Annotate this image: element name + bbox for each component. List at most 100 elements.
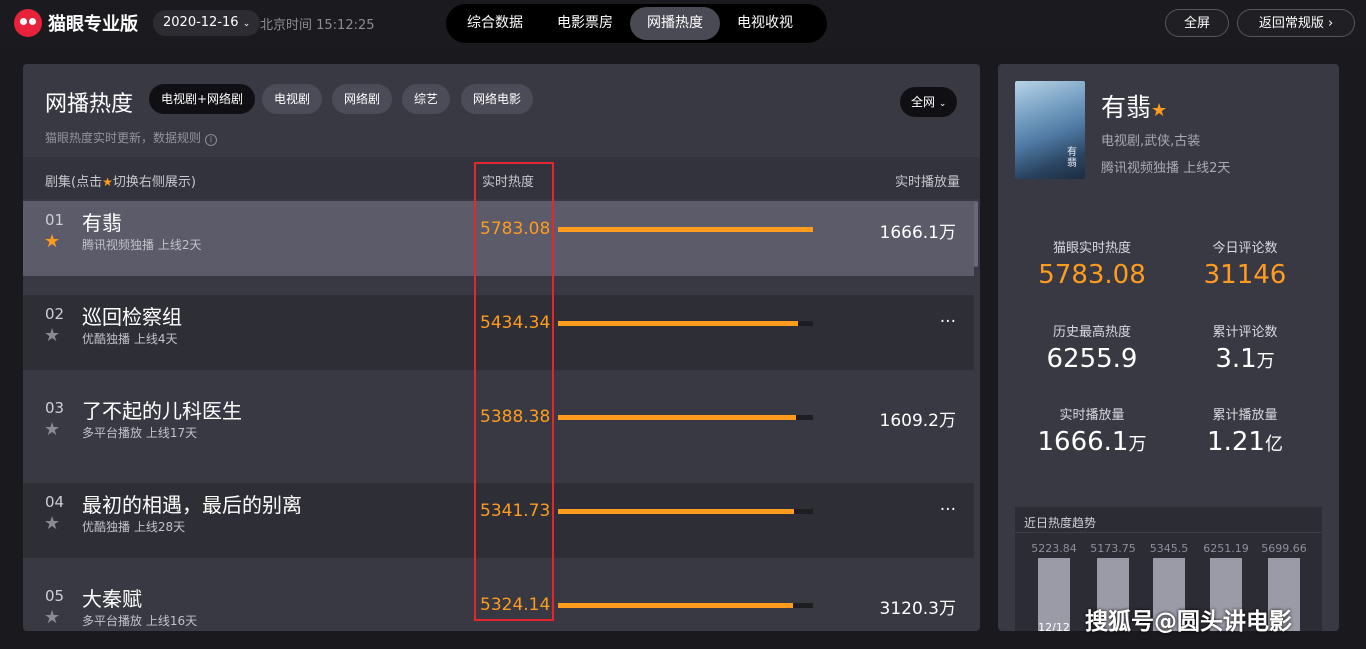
scope-selector[interactable]: 全网 ⌄: [900, 87, 958, 117]
app-logo[interactable]: 猫眼专业版: [14, 9, 138, 37]
row-meta: 多平台播放 上线17天: [82, 426, 198, 440]
stat-label: 猫眼实时热度: [1052, 241, 1131, 256]
row-play-count: 1609.2万: [879, 411, 956, 431]
row-drama-name: 有翡: [82, 211, 122, 235]
detail-panel: 有翡 有翡★ 电视剧,武侠,古装 腾讯视频独播 上线2天 猫眼实时热度 5783.…: [998, 64, 1339, 631]
star-icon[interactable]: ★: [44, 607, 60, 628]
poster-title: 有翡: [1067, 147, 1077, 169]
stat-value: 6255.9: [1017, 344, 1167, 374]
drama-name-text: 有翡: [1101, 93, 1152, 122]
stat-label: 累计播放量: [1212, 408, 1278, 423]
heat-bar-track: [558, 603, 813, 608]
row-drama-name: 大秦赋: [82, 587, 142, 611]
row-rank: 05: [45, 587, 65, 605]
star-icon[interactable]: ★: [44, 419, 60, 440]
col-series-text-b: 切换右侧展示): [112, 175, 196, 190]
row-rank: 04: [45, 493, 65, 511]
stat-number: 1.21: [1207, 427, 1265, 457]
heat-bar-fill: [558, 509, 794, 514]
drama-poster: 有翡: [1015, 81, 1085, 179]
stat-value: 3.1万: [1170, 344, 1320, 374]
heat-bar-track: [558, 227, 813, 232]
row-play-count: ···: [939, 312, 956, 332]
row-rank: 01: [45, 211, 65, 229]
row-drama-name: 巡回检察组: [82, 305, 182, 329]
fullscreen-button[interactable]: 全屏: [1165, 9, 1229, 37]
row-play-count: 1666.1万: [879, 223, 956, 243]
trend-date-label: 12/12: [1038, 621, 1070, 631]
star-icon[interactable]: ★: [44, 325, 60, 346]
row-meta: 优酷独播 上线28天: [82, 520, 186, 534]
heat-bar-fill: [558, 321, 798, 326]
stat-label: 今日评论数: [1212, 241, 1278, 256]
star-icon[interactable]: ★: [44, 231, 60, 252]
stat-number: 5783.08: [1038, 260, 1146, 290]
tab-box-office[interactable]: 电影票房: [540, 7, 630, 40]
stat-label: 实时播放量: [1059, 408, 1125, 423]
page-title: 网播热度: [45, 92, 134, 117]
filter-web-movie[interactable]: 网络电影: [461, 84, 534, 114]
row-meta: 优酷独播 上线4天: [82, 332, 178, 346]
trend-divider: [1015, 532, 1322, 533]
stat-number: 31146: [1203, 260, 1287, 290]
row-drama-name: 最初的相遇，最后的别离: [82, 493, 302, 517]
filter-tv[interactable]: 电视剧: [262, 84, 323, 114]
stat-unit: 万: [1128, 434, 1147, 455]
top-bar: 猫眼专业版 2020-12-16 ⌄ 北京时间 15:12:25 综合数据 电影…: [0, 0, 1366, 48]
heat-column-highlight: [474, 162, 554, 621]
stat-number: 6255.9: [1046, 344, 1138, 374]
row-rank: 03: [45, 399, 65, 417]
stat-value: 1.21亿: [1170, 427, 1320, 457]
stat-block: 累计播放量 1.21亿: [1170, 404, 1320, 457]
update-note-text: 猫眼热度实时更新，数据规则: [45, 131, 202, 145]
stat-value: 1666.1万: [1017, 427, 1167, 457]
stat-unit: 亿: [1264, 434, 1283, 455]
stat-block: 今日评论数 31146: [1170, 237, 1320, 290]
filter-variety[interactable]: 综艺: [402, 84, 451, 114]
drama-platform: 腾讯视频独播 上线2天: [1101, 161, 1231, 176]
stat-block: 实时播放量 1666.1万: [1017, 404, 1167, 457]
info-icon[interactable]: i: [205, 134, 218, 146]
stat-block: 累计评论数 3.1万: [1170, 321, 1320, 374]
row-play-count: ···: [939, 500, 956, 520]
drama-genre: 电视剧,武侠,古装: [1101, 134, 1201, 149]
col-series: 剧集(点击★切换右侧展示): [45, 171, 196, 190]
date-value: 2020-12-16: [163, 15, 239, 30]
app-name: 猫眼专业版: [48, 14, 138, 35]
stat-value: 31146: [1170, 260, 1320, 290]
col-series-text-a: 剧集(点击: [45, 175, 103, 190]
row-meta: 多平台播放 上线16天: [82, 614, 198, 628]
back-to-classic-button[interactable]: 返回常规版 ›: [1237, 9, 1355, 37]
trend-value-label: 6251.19: [1203, 542, 1249, 555]
trend-value-label: 5223.84: [1031, 542, 1077, 555]
row-play-count: 3120.3万: [879, 599, 956, 619]
star-icon: ★: [102, 175, 113, 189]
tab-overview[interactable]: 综合数据: [450, 7, 540, 40]
stat-number: 1666.1: [1037, 427, 1129, 457]
back-label: 返回常规版: [1258, 16, 1324, 31]
trend-value-label: 5345.5: [1149, 542, 1189, 555]
scrollbar-thumb[interactable]: [974, 201, 978, 267]
watermark: 搜狐号@圆头讲电影: [1085, 609, 1292, 635]
chevron-right-icon: ›: [1327, 16, 1334, 31]
tab-tv-ratings[interactable]: 电视收视: [720, 7, 810, 40]
stat-label: 历史最高热度: [1052, 325, 1131, 340]
col-play-count: 实时播放量: [894, 175, 960, 190]
trend-value-label: 5699.66: [1261, 542, 1307, 555]
update-note: 猫眼热度实时更新，数据规则 i: [45, 129, 218, 146]
scope-value: 全网: [911, 95, 936, 109]
row-drama-name: 了不起的儿科医生: [82, 399, 242, 423]
star-icon[interactable]: ★: [44, 513, 60, 534]
cat-eye-logo-icon: [14, 9, 42, 37]
heat-bar-fill: [558, 227, 813, 232]
trend-value-label: 5173.75: [1090, 542, 1136, 555]
star-icon: ★: [1151, 100, 1168, 121]
filter-tv-and-web[interactable]: 电视剧+网络剧: [149, 84, 256, 114]
filter-web-series[interactable]: 网络剧: [332, 84, 393, 114]
stat-unit: 万: [1256, 351, 1275, 372]
main-nav: 综合数据 电影票房 网播热度 电视收视: [446, 4, 827, 43]
heat-bar-track: [558, 321, 813, 326]
date-selector[interactable]: 2020-12-16 ⌄: [153, 10, 261, 36]
heat-bar-track: [558, 509, 813, 514]
tab-streaming-heat[interactable]: 网播热度: [630, 7, 720, 40]
